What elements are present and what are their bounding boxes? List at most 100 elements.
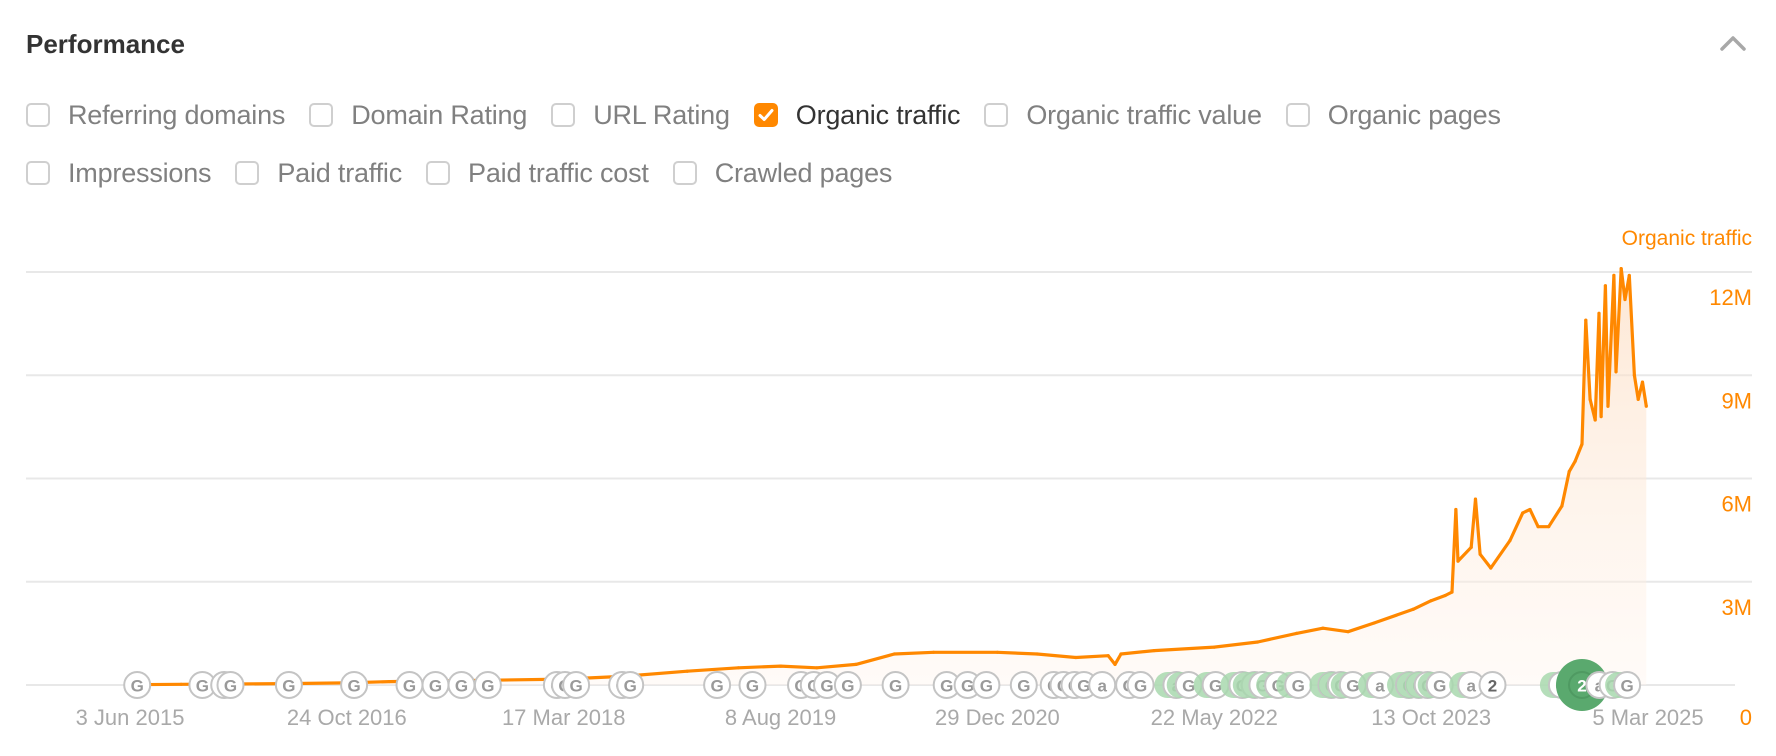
data-point (854, 662, 858, 666)
x-tick-label: 8 Aug 2019 (725, 705, 836, 730)
data-point (1489, 566, 1493, 570)
data-point (1588, 397, 1592, 401)
google-update-icon: G (1346, 677, 1359, 696)
google-update-icon: G (746, 677, 759, 696)
data-point (1528, 507, 1532, 512)
google-update-icon: G (1134, 677, 1147, 696)
annotation-marker-cluster: 2 (1478, 671, 1507, 699)
data-point (1536, 525, 1540, 529)
data-point (1478, 552, 1482, 556)
data-point (1469, 545, 1473, 549)
data-point (1450, 590, 1454, 594)
google-update-icon: G (569, 677, 582, 696)
y-axis: 0 3M 6M 9M 12M (1709, 285, 1752, 730)
google-update-icon: G (403, 677, 416, 696)
data-point (1521, 511, 1525, 515)
data-point (1411, 607, 1415, 611)
annotation-marker-google-update: G (1009, 671, 1038, 699)
data-point (815, 666, 819, 670)
data-point (1623, 297, 1627, 302)
data-point (1113, 662, 1117, 666)
x-tick-label: 13 Oct 2023 (1371, 705, 1491, 730)
google-update-icon: G (455, 677, 468, 696)
data-point (1106, 654, 1110, 658)
data-point (1599, 414, 1603, 419)
annotation-marker-google-update: G (562, 671, 591, 699)
google-update-icon: G (820, 677, 833, 696)
algorithm-icon: a (1466, 677, 1476, 696)
data-point (685, 669, 689, 673)
google-update-icon: G (624, 677, 637, 696)
data-point (1573, 459, 1577, 463)
data-point (1035, 652, 1039, 656)
annotation-marker-google-update: G (340, 671, 369, 699)
data-point (1074, 655, 1078, 660)
annotation-marker-google-update: G (616, 671, 645, 699)
y-tick-label: 6M (1721, 492, 1752, 517)
google-update-icon: G (347, 677, 360, 696)
y-tick-label: 0 (1740, 705, 1752, 730)
x-tick-label: 29 Dec 2020 (935, 705, 1060, 730)
google-update-icon: G (429, 677, 442, 696)
data-point (1636, 397, 1640, 401)
data-point (1597, 311, 1601, 315)
google-update-icon: G (196, 677, 209, 696)
y-tick-label: 12M (1709, 285, 1752, 310)
data-point (1429, 599, 1433, 603)
annotation-marker-algorithm: a (1088, 671, 1117, 699)
google-update-icon: G (1620, 677, 1633, 696)
data-point (931, 650, 936, 654)
data-point (1593, 418, 1597, 422)
google-update-icon: G (131, 677, 144, 696)
annotation-marker-google-update: G (473, 671, 502, 699)
annotation-marker-google-update: G (1605, 671, 1642, 699)
cluster-count: 2 (1488, 677, 1497, 696)
google-update-icon: G (889, 677, 902, 696)
data-point (1346, 630, 1350, 634)
data-point (1508, 538, 1512, 543)
x-tick-label: 24 Oct 2016 (287, 705, 407, 730)
data-point (1256, 640, 1260, 644)
annotation-marker-google-update: G (216, 671, 245, 699)
data-point (1119, 652, 1123, 656)
data-point (1580, 442, 1584, 446)
google-update-icon: G (1017, 677, 1030, 696)
data-point (1321, 626, 1325, 630)
data-point (1152, 648, 1156, 653)
annotation-marker-google-update: G (395, 671, 424, 699)
y-axis-title: Organic traffic (1622, 227, 1752, 250)
y-tick-label: 3M (1721, 595, 1752, 620)
data-point (1632, 373, 1636, 377)
data-point (778, 664, 783, 668)
data-point (1612, 273, 1616, 278)
data-point (1547, 525, 1551, 529)
google-update-icon: G (961, 677, 974, 696)
data-point (1560, 504, 1564, 508)
google-update-icon: G (1292, 677, 1305, 696)
annotation-marker-google-update: G (833, 671, 862, 699)
data-point (1454, 507, 1458, 512)
data-point (892, 652, 896, 656)
google-update-icon: G (224, 677, 237, 696)
annotation-marker-google-update: G (1126, 671, 1155, 699)
data-point (179, 682, 183, 686)
data-point (1443, 593, 1447, 598)
algorithm-icon: a (1097, 677, 1107, 696)
data-point (1294, 631, 1299, 635)
annotation-marker-google-update: G (421, 671, 450, 699)
x-tick-label: 5 Mar 2025 (1592, 705, 1703, 730)
data-point (1640, 380, 1645, 384)
data-point (1584, 318, 1588, 322)
data-point (1606, 404, 1610, 408)
data-point (1567, 470, 1571, 474)
annotation-marker-google-update: G (447, 671, 476, 699)
data-point (1212, 645, 1216, 649)
data-point (387, 679, 392, 684)
x-tick-label: 22 May 2022 (1151, 705, 1278, 730)
google-update-icon: G (980, 677, 993, 696)
x-tick-label: 3 Jun 2015 (76, 705, 185, 730)
annotation-marker-google-update: G (123, 671, 152, 699)
google-update-icon: G (940, 677, 953, 696)
data-point (1614, 370, 1618, 374)
google-update-icon: G (1433, 677, 1446, 696)
